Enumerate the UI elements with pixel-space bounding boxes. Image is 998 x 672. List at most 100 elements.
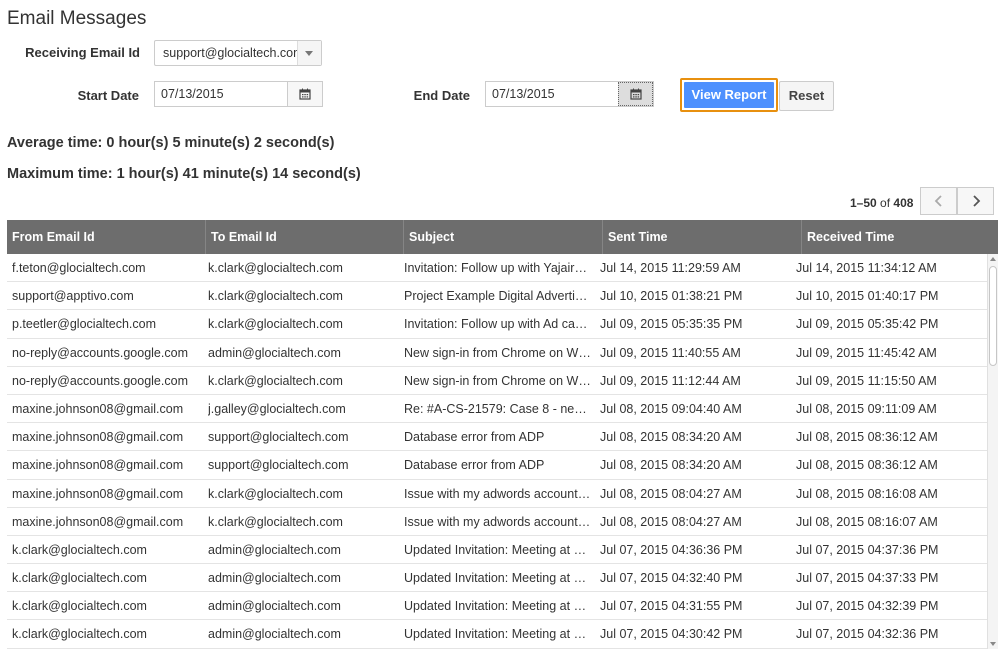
cell-received-time: Jul 07, 2015 04:32:39 PM — [796, 599, 939, 614]
cell-to: k.clark@glocialtech.com — [208, 486, 343, 501]
scrollbar-thumb[interactable] — [989, 266, 997, 366]
table-row[interactable]: maxine.johnson08@gmail.com support@glocia… — [7, 423, 998, 452]
table-body: f.teton@glocialtech.com k.clark@glocialte… — [7, 254, 998, 649]
previous-page-button[interactable] — [920, 187, 957, 215]
table-row[interactable]: k.clark@glocialtech.com admin@glocialtech… — [7, 620, 998, 649]
start-date-label: Start Date — [77, 88, 139, 103]
cell-from: maxine.johnson08@gmail.com — [12, 430, 184, 445]
next-page-button[interactable] — [957, 187, 994, 215]
table-header: From Email Id To Email Id Subject Sent T… — [7, 220, 998, 254]
maximum-time: Maximum time: 1 hour(s) 41 minute(s) 14 … — [7, 166, 361, 182]
cell-received-time: Jul 08, 2015 08:16:07 AM — [796, 514, 938, 529]
cell-subject: New sign-in from Chrome on Wi… — [404, 373, 592, 388]
cell-to: support@glocialtech.com — [208, 430, 349, 445]
cell-to: k.clark@glocialtech.com — [208, 261, 343, 275]
cell-subject: Project Example Digital Advertis… — [404, 289, 592, 304]
cell-sent-time: Jul 08, 2015 08:34:20 AM — [600, 430, 742, 445]
start-date-input[interactable] — [155, 82, 281, 106]
table-row[interactable]: k.clark@glocialtech.com admin@glocialtech… — [7, 592, 998, 621]
cell-sent-time: Jul 09, 2015 11:12:44 AM — [600, 373, 741, 388]
cell-from: p.teetler@glocialtech.com — [12, 317, 157, 332]
pagination-range: 1–50 — [850, 196, 877, 210]
chevron-left-icon — [934, 195, 942, 207]
pagination-of: of — [880, 196, 891, 210]
cell-received-time: Jul 09, 2015 11:15:50 AM — [796, 373, 937, 388]
table-row[interactable]: no-reply@accounts.google.com admin@glocia… — [7, 339, 998, 367]
chevron-down-icon[interactable] — [297, 41, 321, 65]
column-header-from[interactable]: From Email Id — [7, 220, 206, 254]
cell-sent-time: Jul 09, 2015 11:40:55 AM — [600, 345, 741, 360]
cell-from: k.clark@glocialtech.com — [12, 542, 147, 557]
cell-from: maxine.johnson08@gmail.com — [12, 514, 184, 529]
cell-received-time: Jul 07, 2015 04:37:33 PM — [796, 571, 939, 586]
cell-subject: Updated Invitation: Meeting at Ji… — [404, 571, 592, 586]
cell-to: admin@glocialtech.com — [208, 345, 341, 360]
calendar-icon[interactable] — [287, 82, 322, 106]
table-row[interactable]: maxine.johnson08@gmail.com k.clark@glocia… — [7, 480, 998, 508]
table-row[interactable]: p.teetler@glocialtech.com k.clark@glocial… — [7, 310, 998, 339]
cell-received-time: Jul 07, 2015 04:37:36 PM — [796, 542, 939, 557]
cell-subject: Database error from ADP — [404, 430, 545, 445]
cell-subject: Updated Invitation: Meeting at Ji… — [404, 542, 592, 557]
start-date-field[interactable] — [154, 81, 323, 107]
cell-received-time: Jul 09, 2015 05:35:42 PM — [796, 317, 939, 332]
view-report-button[interactable]: View Report — [680, 78, 778, 112]
cell-from: k.clark@glocialtech.com — [12, 627, 147, 642]
table-row[interactable]: maxine.johnson08@gmail.com support@glocia… — [7, 451, 998, 480]
table-row[interactable]: k.clark@glocialtech.com admin@glocialtech… — [7, 536, 998, 565]
cell-sent-time: Jul 07, 2015 04:30:42 PM — [600, 627, 743, 642]
cell-subject: Database error from ADP — [404, 458, 545, 473]
cell-to: k.clark@glocialtech.com — [208, 289, 343, 304]
reset-button[interactable]: Reset — [779, 81, 834, 111]
cell-sent-time: Jul 14, 2015 11:29:59 AM — [600, 261, 741, 275]
cell-from: support@apptivo.com — [12, 289, 134, 304]
cell-received-time: Jul 08, 2015 08:36:12 AM — [796, 430, 938, 445]
cell-sent-time: Jul 08, 2015 08:34:20 AM — [600, 458, 742, 473]
end-date-field[interactable] — [485, 81, 654, 107]
receiving-email-select[interactable]: support@glocialtech.com — [154, 40, 322, 66]
cell-to: k.clark@glocialtech.com — [208, 514, 343, 529]
column-header-received-time[interactable]: Received Time — [802, 220, 998, 254]
end-date-label: End Date — [413, 88, 470, 103]
cell-to: admin@glocialtech.com — [208, 571, 341, 586]
receiving-email-label: Receiving Email Id — [25, 45, 140, 60]
table-scrollbar[interactable] — [987, 254, 998, 649]
table-row[interactable]: support@apptivo.com k.clark@glocialtech.c… — [7, 282, 998, 311]
table-row[interactable]: maxine.johnson08@gmail.com k.clark@glocia… — [7, 508, 998, 536]
column-header-to[interactable]: To Email Id — [206, 220, 404, 254]
column-header-subject[interactable]: Subject — [404, 220, 603, 254]
cell-subject: Issue with my adwords account,… — [404, 486, 592, 501]
cell-from: no-reply@accounts.google.com — [12, 373, 188, 388]
calendar-icon[interactable] — [618, 82, 653, 106]
cell-sent-time: Jul 07, 2015 04:31:55 PM — [600, 599, 743, 614]
table-row[interactable]: no-reply@accounts.google.com k.clark@gloc… — [7, 367, 998, 395]
cell-received-time: Jul 10, 2015 01:40:17 PM — [796, 289, 939, 304]
cell-sent-time: Jul 08, 2015 08:04:27 AM — [600, 514, 742, 529]
cell-from: k.clark@glocialtech.com — [12, 571, 147, 586]
cell-subject: Invitation: Follow up with Yajair… — [404, 261, 587, 275]
scroll-up-icon[interactable] — [990, 257, 996, 261]
cell-from: no-reply@accounts.google.com — [12, 345, 188, 360]
cell-sent-time: Jul 09, 2015 05:35:35 PM — [600, 317, 743, 332]
cell-subject: Invitation: Follow up with Ad ca… — [404, 317, 588, 332]
cell-from: k.clark@glocialtech.com — [12, 599, 147, 614]
table-row[interactable]: f.teton@glocialtech.com k.clark@glocialte… — [7, 254, 998, 283]
table-row[interactable]: k.clark@glocialtech.com admin@glocialtech… — [7, 564, 998, 593]
cell-sent-time: Jul 10, 2015 01:38:21 PM — [600, 289, 743, 304]
cell-sent-time: Jul 08, 2015 09:04:40 AM — [600, 401, 742, 416]
view-report-label: View Report — [684, 82, 774, 108]
scroll-down-icon[interactable] — [990, 642, 996, 646]
cell-received-time: Jul 14, 2015 11:34:12 AM — [796, 261, 937, 275]
cell-subject: Issue with my adwords account,… — [404, 514, 592, 529]
table-row[interactable]: maxine.johnson08@gmail.com j.galley@gloci… — [7, 395, 998, 424]
cell-subject: New sign-in from Chrome on Wi… — [404, 345, 592, 360]
cell-from: maxine.johnson08@gmail.com — [12, 458, 184, 473]
cell-sent-time: Jul 07, 2015 04:36:36 PM — [600, 542, 743, 557]
cell-received-time: Jul 08, 2015 08:36:12 AM — [796, 458, 938, 473]
cell-received-time: Jul 09, 2015 11:45:42 AM — [796, 345, 937, 360]
column-header-sent-time[interactable]: Sent Time — [603, 220, 802, 254]
cell-to: admin@glocialtech.com — [208, 542, 341, 557]
end-date-input[interactable] — [486, 82, 612, 106]
cell-to: support@glocialtech.com — [208, 458, 349, 473]
pagination-info: 1–50 of 408 — [850, 196, 913, 210]
